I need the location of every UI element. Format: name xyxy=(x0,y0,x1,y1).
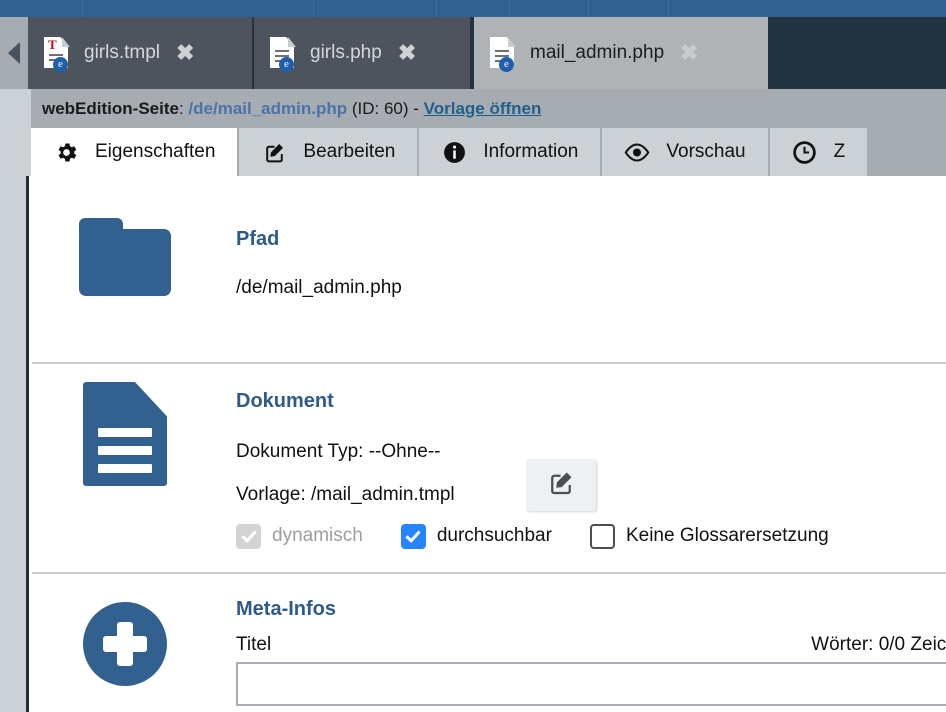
pfad-value: /de/mail_admin.php xyxy=(236,277,402,298)
webedition-window: T e girls.tmpl ✖ e girls.php ✖ e mail_ad… xyxy=(0,0,946,712)
breadcrumb-id: (ID: 60) - xyxy=(347,98,424,118)
checkbox-keine-glossarersetzung-box[interactable] xyxy=(589,523,615,549)
left-rail-spacer xyxy=(0,128,31,176)
checkbox-keine-glossarersetzung[interactable]: Keine Glossarersetzung xyxy=(589,523,829,549)
pencil-square-icon xyxy=(546,468,576,503)
section-tab-label: Z xyxy=(833,141,846,162)
plus-circle-icon xyxy=(79,602,171,686)
section-dokument: Dokument Dokument Typ: --Ohne-- Vorlage:… xyxy=(32,362,946,572)
tab-bearbeiten[interactable]: Bearbeiten xyxy=(239,128,420,176)
section-tab-label: Information xyxy=(483,141,579,162)
template-file-icon: T e xyxy=(44,37,70,72)
tab-girls-php[interactable]: e girls.php ✖ xyxy=(254,17,472,89)
section-meta-infos: Meta-Infos Titel Wörter: 0/0 Zeichen xyxy=(32,572,946,712)
php-file-icon: e xyxy=(490,37,516,72)
breadcrumb: webEdition-Seite: /de/mail_admin.php (ID… xyxy=(31,99,541,119)
top-menu-strip xyxy=(0,0,946,17)
menu-divider xyxy=(668,0,669,17)
info-circle-icon xyxy=(441,139,467,165)
tab-scroll-left-button[interactable] xyxy=(0,17,28,89)
back-arrow-icon xyxy=(8,42,20,64)
checkbox-label: dynamisch xyxy=(272,525,363,547)
document-icon xyxy=(79,382,171,486)
menu-divider xyxy=(313,0,314,17)
open-template-link[interactable]: Vorlage öffnen xyxy=(424,99,542,118)
tab-label: girls.tmpl xyxy=(84,42,161,63)
meta-title-label: Titel xyxy=(236,634,272,655)
path-bar: webEdition-Seite: /de/mail_admin.php (ID… xyxy=(0,89,946,128)
edit-template-button[interactable] xyxy=(526,459,596,511)
tab-close-icon[interactable]: ✖ xyxy=(680,42,708,64)
clock-icon xyxy=(792,139,818,165)
meta-title-header: Titel Wörter: 0/0 Zeichen xyxy=(236,634,946,656)
menu-divider xyxy=(588,0,589,17)
checkbox-durchsuchbar-box[interactable] xyxy=(400,523,426,549)
meta-title-input[interactable] xyxy=(236,662,946,706)
tab-vorschau[interactable]: Vorschau xyxy=(602,128,770,176)
tab-label: mail_admin.php xyxy=(530,42,665,63)
checkbox-dynamisch-box xyxy=(236,523,261,549)
checkbox-label: Keine Glossarersetzung xyxy=(625,525,829,547)
gear-icon xyxy=(53,139,79,165)
tab-eigenschaften[interactable]: Eigenschaften xyxy=(31,128,240,176)
checkbox-label: durchsuchbar xyxy=(436,525,552,547)
tab-zeitsteuerung[interactable]: Z xyxy=(769,128,870,176)
tab-information[interactable]: Information xyxy=(419,128,603,176)
tab-close-icon[interactable]: ✖ xyxy=(176,42,204,64)
section-tab-bar: Eigenschaften Bearbeiten Information Vor… xyxy=(0,128,946,176)
php-file-icon: e xyxy=(270,37,296,72)
tab-girls-tmpl[interactable]: T e girls.tmpl ✖ xyxy=(28,17,254,89)
checkbox-durchsuchbar[interactable]: durchsuchbar xyxy=(400,523,552,549)
section-tab-label: Vorschau xyxy=(666,141,746,162)
document-tab-bar: T e girls.tmpl ✖ e girls.php ✖ e mail_ad… xyxy=(0,17,946,89)
tab-close-icon[interactable]: ✖ xyxy=(398,42,426,64)
properties-panel: Pfad /de/mail_admin.php Dokument Dokumen… xyxy=(0,176,946,712)
left-rail-spacer xyxy=(0,89,31,128)
left-rail xyxy=(0,176,29,712)
dokument-options: dynamisch durchsuchbar Keine Glossarerse… xyxy=(236,523,946,549)
folder-icon xyxy=(79,218,171,296)
tab-label: girls.php xyxy=(310,42,382,63)
eye-icon xyxy=(624,139,650,165)
breadcrumb-separator: : xyxy=(178,98,189,118)
section-tab-label: Eigenschaften xyxy=(95,141,216,162)
word-char-counter: Wörter: 0/0 Zeichen xyxy=(811,634,946,655)
menu-divider xyxy=(82,0,83,17)
property-sections: Pfad /de/mail_admin.php Dokument Dokumen… xyxy=(32,176,946,712)
section-pfad: Pfad /de/mail_admin.php xyxy=(32,176,946,362)
section-title: Meta-Infos xyxy=(236,598,336,620)
section-title: Pfad xyxy=(236,228,280,250)
checkbox-dynamisch: dynamisch xyxy=(236,523,363,549)
menu-divider xyxy=(436,0,437,17)
breadcrumb-path: /de/mail_admin.php xyxy=(188,98,348,118)
tab-mail-admin-php[interactable]: e mail_admin.php ✖ xyxy=(474,17,770,89)
section-tab-label: Bearbeiten xyxy=(303,141,396,162)
breadcrumb-prefix: webEdition-Seite xyxy=(42,98,179,118)
pencil-square-icon xyxy=(261,139,287,165)
section-title: Dokument xyxy=(236,390,334,412)
menu-divider xyxy=(509,0,510,17)
